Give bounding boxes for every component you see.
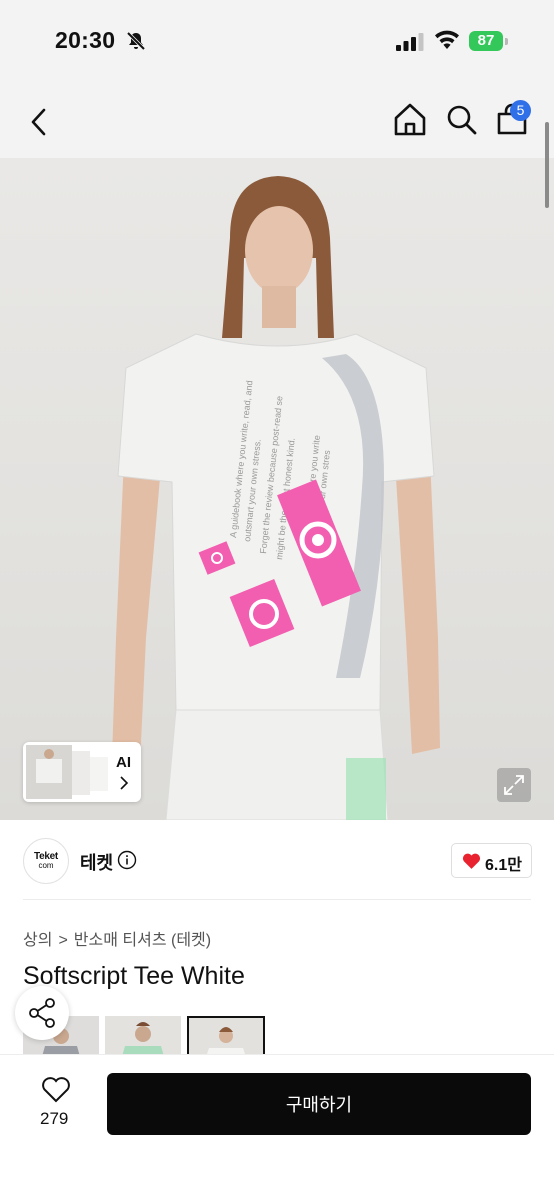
battery-level: 87 [469, 31, 503, 51]
wifi-icon [435, 30, 459, 49]
brand-logo-subtext: com [38, 861, 54, 870]
ai-label: AI [116, 754, 131, 771]
signal-icon [396, 33, 424, 51]
info-icon[interactable] [117, 850, 137, 870]
brand-name[interactable]: 테켓 [80, 849, 113, 875]
breadcrumb-separator: > [58, 932, 68, 949]
nav-bar [0, 84, 554, 158]
chevron-left-icon [31, 108, 46, 136]
chevron-right-icon [120, 776, 129, 790]
breadcrumb-level2[interactable]: 반소매 티셔츠 (테켓) [74, 932, 211, 949]
like-count: 6.1만 [485, 857, 522, 874]
expand-button[interactable] [497, 768, 531, 802]
heart-filled-icon [462, 853, 481, 869]
home-button[interactable] [390, 100, 430, 140]
search-icon [447, 105, 477, 135]
scroll-indicator[interactable] [545, 122, 549, 208]
share-button[interactable] [15, 986, 69, 1040]
battery-tip [505, 38, 508, 45]
search-button[interactable] [442, 100, 482, 140]
wishlist-count: 279 [40, 1109, 69, 1128]
back-button[interactable] [24, 102, 56, 142]
brand-logo[interactable]: Teket com [23, 838, 69, 884]
home-icon [394, 103, 426, 136]
cart-badge: 5 [510, 100, 531, 121]
product-image[interactable]: A guidebook where you write, read, and o… [0, 158, 554, 820]
ai-thumbnail [26, 745, 108, 799]
ai-fitting-chip[interactable]: AI [23, 742, 141, 802]
breadcrumb: 상의 > 반소매 티셔츠 (테켓) [23, 926, 211, 950]
product-photo: A guidebook where you write, read, and o… [112, 176, 440, 820]
like-button[interactable]: 6.1만 [451, 843, 532, 878]
heart-outline-icon[interactable] [41, 1076, 71, 1103]
divider [23, 899, 531, 900]
breadcrumb-level1[interactable]: 상의 [23, 932, 52, 949]
buy-button[interactable]: 구매하기 [107, 1073, 531, 1135]
bell-slash-icon [126, 31, 146, 51]
status-bar: 20:30 87 [0, 0, 554, 84]
share-icon [29, 998, 55, 1028]
expand-icon [504, 775, 524, 795]
status-time: 20:30 [55, 27, 116, 53]
battery-charging-icon: 87 [469, 31, 509, 51]
